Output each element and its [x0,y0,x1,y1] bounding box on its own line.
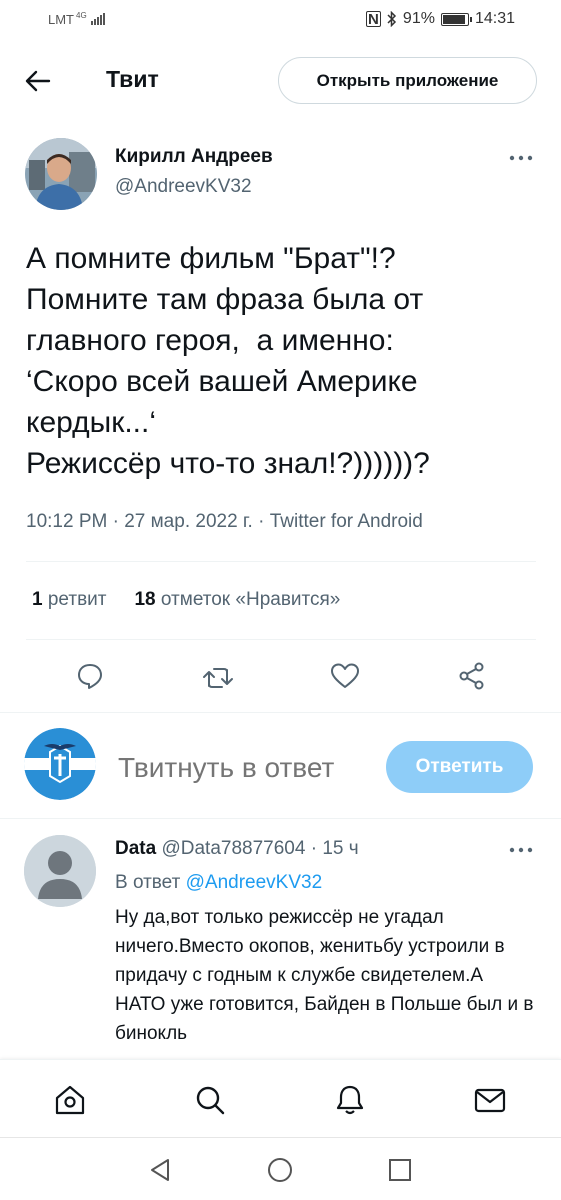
battery-icon [440,12,472,26]
network-type: 4G [76,11,87,20]
tweet-actions [0,656,561,696]
likes-label: отметок «Нравится» [160,589,341,610]
app-header: Твит Открыть приложение [0,56,561,106]
reply-to-prefix: В ответ [115,872,181,893]
arrow-left-icon [25,70,51,92]
share-action[interactable] [452,656,492,696]
retweet-icon [203,668,233,688]
like-action[interactable] [325,656,365,696]
divider [0,712,561,713]
likes-stat[interactable]: 18 отметок «Нравится» [134,589,340,611]
reply-to-line: В ответ @AndreevKV32 [115,872,322,894]
heart-icon [331,663,359,688]
tweet-stats: 1 ретвит 18 отметок «Нравится» [32,589,340,611]
system-nav-bar [0,1137,561,1200]
search-icon [196,1086,225,1115]
nav-search[interactable] [192,1082,228,1118]
author-photo [25,138,97,210]
reply-to-handle-link[interactable]: @AndreevKV32 [186,872,323,893]
reply-button[interactable]: Ответить [386,741,533,793]
comment-icon [78,664,102,689]
open-app-button[interactable]: Открыть приложение [278,57,537,104]
square-recents-icon [389,1159,411,1181]
reply-header: Data @Data78877604 · 15 ч [115,838,359,860]
more-options-icon[interactable] [508,146,538,166]
nav-notifications[interactable] [332,1082,368,1118]
author-avatar[interactable] [25,138,97,210]
user-avatar-emblem [24,728,96,800]
nav-messages[interactable] [472,1082,508,1118]
likes-count: 18 [134,589,156,610]
divider [26,561,536,562]
page-title: Твит [106,66,159,92]
carrier-label: LMT [48,12,74,27]
tweet-text: А помните фильм "Брат"!? Помните там фра… [26,242,430,480]
status-right-group: N 91% 14:31 [365,10,515,28]
signal-icon [90,12,105,25]
nav-home[interactable] [52,1082,88,1118]
triangle-back-icon [151,1159,169,1181]
reply-time[interactable]: 15 ч [322,838,358,859]
mail-icon [474,1088,506,1113]
reply-text: Ну да,вот только режиссёр не угадал ниче… [115,907,534,1044]
retweets-label: ретвит [47,589,107,610]
status-bar: LMT 4G N 91% 14:31 [0,0,561,44]
retweet-action[interactable] [198,656,238,696]
clock: 14:31 [474,10,515,27]
author-name[interactable]: Кирилл Андреев [115,146,273,168]
share-icon [459,662,484,690]
system-back-button[interactable] [144,1154,176,1186]
system-home-button[interactable] [264,1154,296,1186]
retweets-count: 1 [32,589,43,610]
reply-avatar[interactable] [24,835,96,907]
status-carrier-group: LMT 4G [48,12,105,27]
reply-author-handle[interactable]: @Data78877604 [161,838,305,859]
tweet-meta[interactable]: 10:12 PM · 27 мар. 2022 г. · Twitter for… [26,511,423,533]
dot-separator: · [310,838,318,859]
nfc-icon: N [365,11,381,28]
system-recents-button[interactable] [384,1154,416,1186]
reply-author-name[interactable]: Data [115,838,156,859]
divider [26,639,536,640]
home-icon [55,1085,85,1115]
bottom-nav [0,1059,561,1137]
reply-action[interactable] [70,656,110,696]
bluetooth-icon [387,11,396,27]
default-avatar-icon [24,835,96,907]
author-handle[interactable]: @AndreevKV32 [115,176,252,198]
bell-icon [336,1085,364,1115]
back-button[interactable] [22,66,54,96]
battery-percent: 91% [402,10,435,27]
retweets-stat[interactable]: 1 ретвит [32,589,106,611]
circle-home-icon [268,1158,292,1182]
reply-more-options-icon[interactable] [508,838,538,858]
user-avatar[interactable] [24,728,96,800]
divider [0,818,561,819]
reply-input[interactable] [118,746,368,790]
